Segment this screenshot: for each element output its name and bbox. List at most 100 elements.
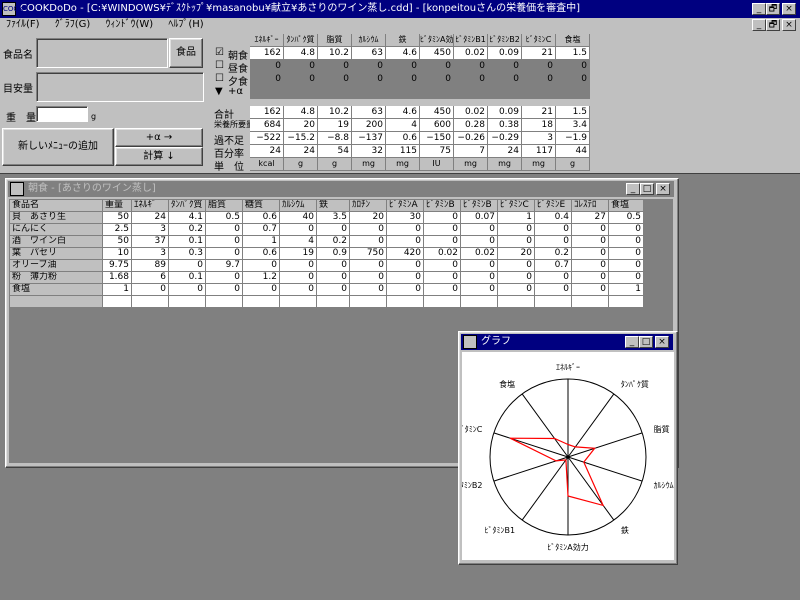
food-value-cell[interactable]: 4.1	[168, 211, 206, 224]
food-value-cell[interactable]: 30	[386, 211, 424, 224]
food-value-cell[interactable]: 0	[386, 259, 424, 272]
menu-help[interactable]: ﾍﾙﾌﾟ(H)	[162, 18, 209, 32]
food-value-cell[interactable]: 0	[423, 271, 461, 284]
food-value-cell[interactable]: 20	[349, 211, 387, 224]
food-value-cell[interactable]: 37	[131, 235, 169, 248]
food-value-cell[interactable]: 3	[131, 223, 169, 236]
meal-checkbox[interactable]: ☐	[215, 73, 224, 84]
food-value-cell[interactable]: 0.9	[316, 247, 350, 260]
food-value-cell[interactable]: 0.2	[316, 235, 350, 248]
food-value-cell[interactable]	[102, 295, 132, 308]
food-value-cell[interactable]: 0	[168, 283, 206, 296]
food-value-cell[interactable]: 0	[534, 271, 572, 284]
meal-checkbox[interactable]: ☑	[215, 47, 224, 58]
food-value-cell[interactable]: 0.02	[460, 247, 498, 260]
food-value-cell[interactable]: 0	[497, 283, 535, 296]
food-value-cell[interactable]: 0	[460, 235, 498, 248]
food-name-field[interactable]	[36, 38, 168, 68]
food-value-cell[interactable]: 19	[279, 247, 317, 260]
food-value-cell[interactable]: 1.2	[242, 271, 280, 284]
food-value-cell[interactable]: 0	[423, 211, 461, 224]
plus-alpha-dropdown[interactable]: ▼	[215, 86, 223, 97]
food-value-cell[interactable]: 0	[316, 283, 350, 296]
food-value-cell[interactable]: 0	[205, 271, 243, 284]
food-value-cell[interactable]: 1	[497, 211, 535, 224]
food-value-cell[interactable]: 0	[205, 235, 243, 248]
food-value-cell[interactable]: 0.5	[205, 211, 243, 224]
restore-button[interactable]: 🗗	[766, 3, 780, 15]
add-menu-button[interactable]: 新しいﾒﾆｭｰの追加	[2, 128, 114, 166]
food-value-cell[interactable]: 0	[316, 259, 350, 272]
food-value-cell[interactable]: 0	[349, 271, 387, 284]
food-value-cell[interactable]: 0	[571, 271, 609, 284]
food-value-cell[interactable]: 0	[242, 259, 280, 272]
food-value-cell[interactable]: 0	[349, 259, 387, 272]
column-header[interactable]: ﾋﾞﾀﾐﾝB	[460, 199, 498, 212]
food-value-cell[interactable]: 0	[423, 223, 461, 236]
food-value-cell[interactable]: 0.3	[168, 247, 206, 260]
food-value-cell[interactable]: 0	[497, 271, 535, 284]
mdi-close-button[interactable]: ×	[782, 19, 796, 31]
food-value-cell[interactable]: 50	[102, 211, 132, 224]
food-row[interactable]: にんにく 2.5 3 0.2 0 0.7 0 0 0 0 0 0 0 0 0 0	[9, 223, 644, 236]
graph-window-minimize[interactable]: _	[625, 336, 639, 348]
food-value-cell[interactable]: 0	[386, 283, 424, 296]
food-value-cell[interactable]: 0.4	[534, 211, 572, 224]
food-value-cell[interactable]: 0	[242, 283, 280, 296]
food-value-cell[interactable]: 0.6	[242, 211, 280, 224]
column-header[interactable]: ｶﾛﾁﾝ	[349, 199, 387, 212]
food-window-close[interactable]: ×	[656, 183, 670, 195]
mdi-minimize-button[interactable]: _	[752, 19, 766, 31]
food-value-cell[interactable]: 0.1	[168, 271, 206, 284]
food-value-cell[interactable]: 0	[386, 235, 424, 248]
column-header[interactable]: 脂質	[205, 199, 243, 212]
food-value-cell[interactable]	[571, 295, 609, 308]
food-row[interactable]: 粉 薄力粉 1.68 6 0.1 0 1.2 0 0 0 0 0 0 0 0 0 0	[9, 271, 644, 284]
food-value-cell[interactable]: 0	[497, 259, 535, 272]
food-value-cell[interactable]: 0	[460, 223, 498, 236]
menu-file[interactable]: ﾌｧｲﾙ(F)	[0, 18, 46, 32]
food-name-cell[interactable]: 酒 ワイン白	[9, 235, 103, 248]
food-value-cell[interactable]: 0	[423, 283, 461, 296]
food-value-cell[interactable]: 0	[497, 223, 535, 236]
column-header[interactable]: ﾋﾞﾀﾐﾝB	[423, 199, 461, 212]
food-value-cell[interactable]	[386, 295, 424, 308]
food-value-cell[interactable]: 6	[131, 271, 169, 284]
food-value-cell[interactable]: 24	[131, 211, 169, 224]
food-value-cell[interactable]: 0	[608, 235, 644, 248]
column-header[interactable]: ｴﾈﾙｷﾞ	[131, 199, 169, 212]
food-value-cell[interactable]	[349, 295, 387, 308]
food-value-cell[interactable]: 3.5	[316, 211, 350, 224]
food-value-cell[interactable]	[168, 295, 206, 308]
food-name-cell[interactable]: 食塩	[9, 283, 103, 296]
food-value-cell[interactable]: 0	[386, 271, 424, 284]
food-value-cell[interactable]: 0.6	[242, 247, 280, 260]
column-header[interactable]: ｺﾚｽﾃﾛ	[571, 199, 609, 212]
graph-window-maximize[interactable]: □	[639, 336, 653, 348]
food-value-cell[interactable]: 0	[571, 247, 609, 260]
food-value-cell[interactable]: 0	[279, 271, 317, 284]
food-value-cell[interactable]: 0	[608, 259, 644, 272]
food-value-cell[interactable]: 0	[571, 259, 609, 272]
food-value-cell[interactable]: 0	[205, 223, 243, 236]
food-value-cell[interactable]: 20	[497, 247, 535, 260]
food-value-cell[interactable]: 0.2	[168, 223, 206, 236]
food-value-cell[interactable]: 0	[534, 283, 572, 296]
column-header[interactable]: ｶﾙｼｳﾑ	[279, 199, 317, 212]
food-value-cell[interactable]	[279, 295, 317, 308]
food-value-cell[interactable]: 1.68	[102, 271, 132, 284]
food-value-cell[interactable]: 420	[386, 247, 424, 260]
food-value-cell[interactable]	[423, 295, 461, 308]
food-value-cell[interactable]: 0	[279, 259, 317, 272]
food-name-cell[interactable]: 貝 あさり生	[9, 211, 103, 224]
food-value-cell[interactable]: 0	[386, 223, 424, 236]
food-value-cell[interactable]: 0	[279, 223, 317, 236]
graph-window-close[interactable]: ×	[655, 336, 669, 348]
food-value-cell[interactable]: 0	[460, 271, 498, 284]
food-value-cell[interactable]: 0	[205, 247, 243, 260]
food-value-cell[interactable]: 0.07	[460, 211, 498, 224]
food-value-cell[interactable]: 9.7	[205, 259, 243, 272]
food-row[interactable]	[9, 295, 644, 308]
food-value-cell[interactable]: 0	[497, 235, 535, 248]
food-value-cell[interactable]: 0	[534, 223, 572, 236]
